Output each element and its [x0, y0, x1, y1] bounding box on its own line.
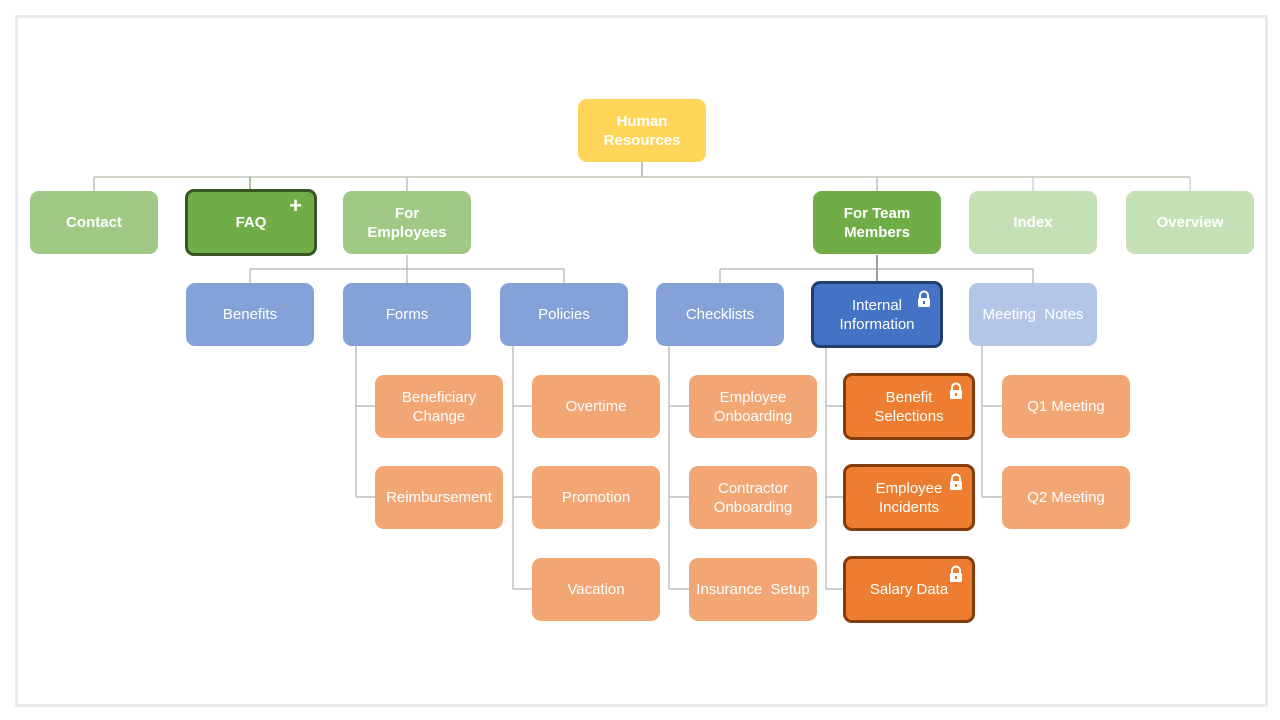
node-human-resources[interactable]: Human Resources: [578, 99, 706, 162]
node-insurance-setup[interactable]: Insurance Setup: [689, 558, 817, 621]
node-label: Employee Onboarding: [713, 388, 793, 425]
node-label: Contractor Onboarding: [713, 479, 793, 516]
node-label: Benefits: [222, 306, 278, 323]
node-label: Forms: [385, 306, 429, 323]
node-label: Contact: [66, 214, 122, 231]
node-label: Salary Data: [869, 581, 949, 598]
node-policies[interactable]: Policies: [500, 283, 628, 346]
node-label: Overtime: [565, 398, 627, 415]
lock-icon: [950, 382, 962, 399]
node-label: Q2 Meeting: [1027, 489, 1105, 506]
node-label: Overview: [1156, 214, 1224, 231]
lock-icon: [950, 565, 962, 582]
node-q1-meeting[interactable]: Q1 Meeting: [1002, 375, 1130, 438]
node-promotion[interactable]: Promotion: [532, 466, 660, 529]
node-beneficiary-change[interactable]: Beneficiary Change: [375, 375, 503, 438]
node-label: FAQ: [235, 214, 267, 231]
node-employee-onboarding[interactable]: Employee Onboarding: [689, 375, 817, 438]
lock-icon: [918, 290, 930, 307]
node-label: For Team Members: [843, 204, 911, 241]
node-contractor-onboarding[interactable]: Contractor Onboarding: [689, 466, 817, 529]
node-for-team-members[interactable]: For Team Members: [813, 191, 941, 254]
node-vacation[interactable]: Vacation: [532, 558, 660, 621]
node-benefit-selections[interactable]: Benefit Selections: [843, 373, 975, 440]
node-meeting-notes[interactable]: Meeting Notes: [969, 283, 1097, 346]
node-overtime[interactable]: Overtime: [532, 375, 660, 438]
node-internal-information[interactable]: Internal Information: [811, 281, 943, 348]
node-label: Checklists: [685, 306, 755, 323]
node-label: Benefit Selections: [874, 388, 944, 425]
node-employee-incidents[interactable]: Employee Incidents: [843, 464, 975, 531]
node-label: Beneficiary Change: [401, 388, 477, 425]
node-salary-data[interactable]: Salary Data: [843, 556, 975, 623]
node-contact[interactable]: Contact: [30, 191, 158, 254]
node-label: Insurance Setup: [696, 581, 810, 598]
node-faq[interactable]: FAQ +: [185, 189, 317, 256]
node-label: Vacation: [567, 581, 625, 598]
node-q2-meeting[interactable]: Q2 Meeting: [1002, 466, 1130, 529]
plus-icon[interactable]: +: [289, 195, 302, 217]
node-label: Internal Information: [839, 296, 915, 333]
node-checklists[interactable]: Checklists: [656, 283, 784, 346]
node-benefits[interactable]: Benefits: [186, 283, 314, 346]
node-overview[interactable]: Overview: [1126, 191, 1254, 254]
node-label: Q1 Meeting: [1027, 398, 1105, 415]
node-index[interactable]: Index: [969, 191, 1097, 254]
lock-icon: [950, 473, 962, 490]
node-label: Meeting Notes: [982, 306, 1084, 323]
node-forms[interactable]: Forms: [343, 283, 471, 346]
node-label: For Employees: [367, 204, 447, 241]
node-label: Employee Incidents: [875, 479, 943, 516]
node-label: Human Resources: [603, 112, 681, 149]
node-label: Policies: [538, 306, 590, 323]
node-label: Reimbursement: [386, 489, 492, 506]
node-for-employees[interactable]: For Employees: [343, 191, 471, 254]
node-reimbursement[interactable]: Reimbursement: [375, 466, 503, 529]
node-label: Promotion: [561, 489, 631, 506]
node-label: Index: [1013, 214, 1053, 231]
